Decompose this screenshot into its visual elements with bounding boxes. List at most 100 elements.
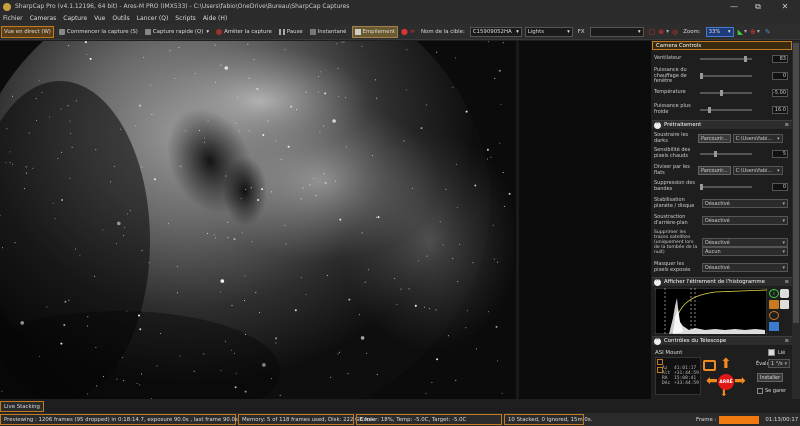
frame-type-dropdown[interactable]: Lights ▾: [524, 26, 573, 37]
slew-mode-icon[interactable]: [657, 359, 663, 365]
chevron-down-icon[interactable]: ▾: [757, 28, 760, 35]
lightning-icon[interactable]: [769, 300, 779, 309]
install-button[interactable]: Installer: [757, 373, 784, 382]
spiral-search-icon[interactable]: [703, 360, 716, 371]
snapshot-button[interactable]: Instantané: [308, 26, 349, 38]
browse-darks-button[interactable]: Parcourir...: [698, 134, 731, 143]
crosshair-icon[interactable]: ⊗: [658, 28, 664, 36]
camera-icon[interactable]: [780, 300, 789, 309]
panel-scrollbar[interactable]: [792, 41, 800, 399]
west-arrow-icon[interactable]: ⬅: [706, 374, 718, 388]
track-mode-icon[interactable]: [657, 367, 663, 373]
star: [456, 163, 458, 165]
histogram-icon[interactable]: ◣: [738, 28, 743, 36]
temperature-value[interactable]: -5.00: [772, 89, 788, 97]
slider-knob[interactable]: [720, 90, 723, 96]
menu-icon[interactable]: ≡: [784, 338, 789, 344]
star: [74, 248, 76, 250]
mask-dropdown[interactable]: Désactivé: [702, 263, 788, 272]
satellite-dropdown[interactable]: Désactivé: [702, 238, 788, 247]
stop-button[interactable]: ARRÊ: [718, 374, 734, 390]
temperature-slider[interactable]: [700, 90, 752, 96]
star: [12, 163, 14, 165]
north-arrow-icon[interactable]: ⬆: [720, 357, 732, 371]
camera-controls-header[interactable]: Camera Controls: [652, 41, 792, 50]
fx-dropdown[interactable]: ▾: [589, 26, 644, 37]
start-capture-button[interactable]: Commencer la capture (S): [57, 26, 140, 38]
scrollbar-thumb[interactable]: [793, 43, 799, 323]
quick-capture-button[interactable]: Capture rapide (Q) ▾: [143, 26, 211, 38]
cooler-slider[interactable]: [700, 106, 752, 113]
slider-knob[interactable]: [700, 73, 703, 80]
info-icon[interactable]: i: [769, 289, 779, 298]
fan-slider[interactable]: [700, 56, 752, 62]
stacking-button[interactable]: Empilement: [351, 25, 399, 38]
image-view[interactable]: [0, 41, 514, 399]
linked-checkbox[interactable]: [768, 349, 775, 356]
east-arrow-icon[interactable]: ➡: [734, 374, 746, 388]
collapse-icon[interactable]: ^: [654, 278, 661, 286]
stop-capture-button[interactable]: Arrêter la capture: [214, 26, 274, 38]
south-arrow-icon[interactable]: ⬇: [720, 390, 728, 399]
slider-knob[interactable]: [744, 56, 747, 62]
star: [261, 188, 264, 191]
live-view-button[interactable]: Vue en direct (W): [1, 25, 54, 38]
histogram-header[interactable]: ^ Afficher l'étirement de l'histogramme ≡: [652, 277, 792, 286]
reset-icon[interactable]: [769, 311, 779, 320]
chevron-down-icon[interactable]: ▾: [744, 28, 747, 35]
target-icon[interactable]: ⊕: [750, 28, 756, 36]
menu-tools[interactable]: Outils: [112, 15, 129, 22]
menu-view[interactable]: Vue: [94, 15, 105, 22]
stabilisation-dropdown[interactable]: Désactivé: [702, 199, 788, 208]
wand-icon[interactable]: ✎: [765, 28, 771, 36]
chevron-down-icon[interactable]: ▾: [666, 28, 669, 35]
browse-flats-button[interactable]: Parcourir...: [698, 166, 731, 175]
menu-launch[interactable]: Lancer (Q): [137, 15, 169, 22]
menu-icon[interactable]: ≡: [784, 279, 789, 285]
half-moon-icon[interactable]: [780, 289, 789, 298]
rate-dropdown[interactable]: 1 °/s: [768, 359, 790, 368]
reticle-icon[interactable]: ▢: [649, 28, 656, 36]
pause-button[interactable]: Pause: [277, 26, 305, 38]
fan-value[interactable]: 83: [772, 55, 788, 63]
darks-path-dropdown[interactable]: C:\Users\fabi...: [732, 134, 783, 143]
slider-knob[interactable]: [708, 106, 711, 113]
collapse-icon[interactable]: ^: [654, 121, 661, 129]
flats-path-dropdown[interactable]: C:\Users\fabi...: [732, 166, 783, 175]
target-name-dropdown[interactable]: C15909052HA ▾: [469, 26, 522, 37]
glasses-icon[interactable]: ∞: [410, 28, 415, 35]
telescope-header[interactable]: ^ Contrôles du Télescope ≡: [652, 336, 792, 345]
menu-icon[interactable]: ≡: [784, 122, 789, 128]
heater-value[interactable]: 0: [772, 72, 788, 81]
live-stacking-tab[interactable]: Live Stacking: [0, 401, 44, 412]
cooler-value[interactable]: 16.0: [772, 105, 788, 114]
collapse-icon[interactable]: ^: [654, 337, 661, 345]
banding-slider[interactable]: [700, 183, 752, 190]
menu-cameras[interactable]: Cameras: [30, 15, 57, 22]
menu-capture[interactable]: Capture: [63, 15, 87, 22]
image-scrollbar[interactable]: [516, 41, 519, 399]
zoom-dropdown[interactable]: 33% ▾: [705, 26, 734, 37]
hot-pixel-slider[interactable]: [700, 150, 752, 157]
focus-icon[interactable]: ◎: [672, 28, 678, 36]
close-button[interactable]: ✕: [773, 0, 797, 13]
save-icon[interactable]: [769, 322, 779, 331]
star: [139, 384, 141, 386]
heater-slider[interactable]: [700, 73, 752, 80]
frame-time: 01:13/00:17: [765, 416, 799, 423]
after-satellite-dropdown[interactable]: Aucun: [702, 247, 788, 256]
menu-scripts[interactable]: Scripts: [175, 15, 196, 22]
menu-file[interactable]: Fichier: [3, 15, 23, 22]
slider-knob[interactable]: [714, 150, 717, 157]
banding-value[interactable]: 0: [772, 182, 788, 191]
record-icon[interactable]: ●: [401, 27, 408, 36]
minimize-button[interactable]: —: [722, 0, 746, 13]
background-dropdown[interactable]: Désactivé: [702, 216, 788, 225]
menu-help[interactable]: Aide (H): [203, 15, 227, 22]
park-checkbox[interactable]: [757, 388, 763, 394]
maximize-button[interactable]: ⧉: [746, 0, 770, 13]
preprocessing-header[interactable]: ^ Prétraitement ≡: [652, 120, 792, 129]
slider-knob[interactable]: [700, 183, 703, 190]
histogram-chart[interactable]: [655, 288, 767, 334]
hot-pixel-value[interactable]: 5: [772, 149, 788, 158]
